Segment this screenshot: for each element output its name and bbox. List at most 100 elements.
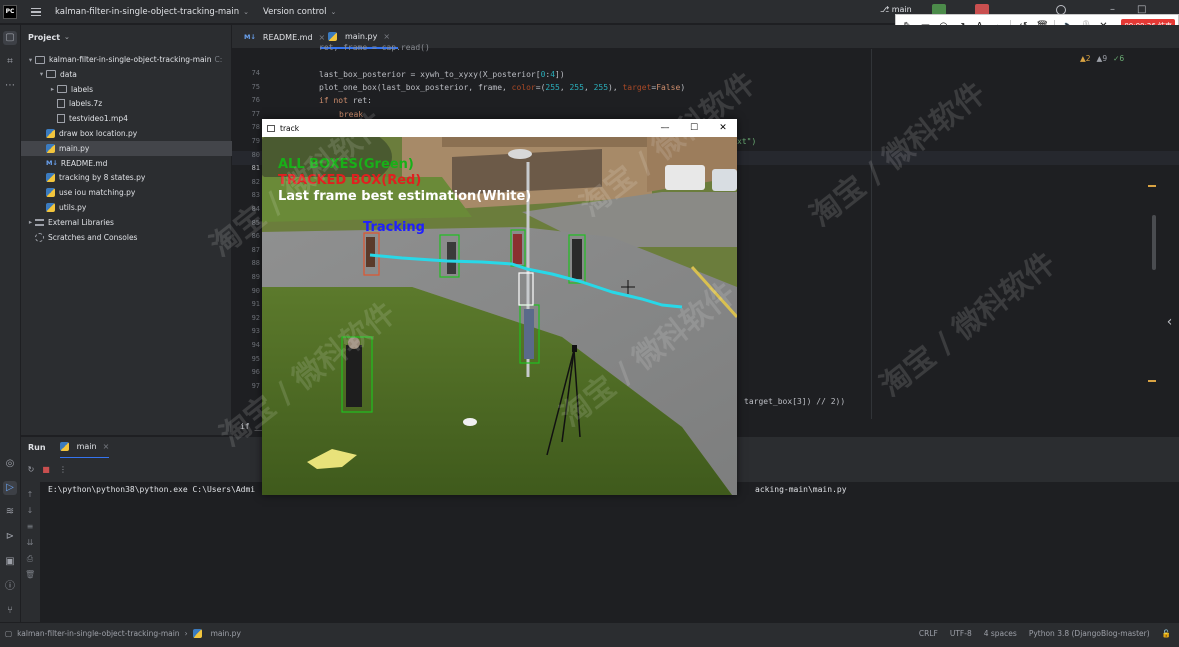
folder-icon[interactable]: ▢ — [3, 31, 17, 45]
services-icon[interactable]: ⊳ — [3, 530, 17, 544]
python-packages-icon[interactable]: ◎ — [3, 457, 17, 471]
close-icon[interactable]: ✕ — [709, 119, 737, 137]
track-window-titlebar[interactable]: track — ☐ ✕ — [262, 119, 737, 137]
trash-icon[interactable]: 🗑 — [25, 570, 35, 580]
console-side-toolbar: ↑ ↓ ≡ ⇊ ⎙ 🗑 — [21, 482, 40, 622]
rerun-icon[interactable]: ↻ — [26, 465, 36, 475]
breadcrumb-project[interactable]: kalman-filter-in-single-object-tracking-… — [17, 629, 179, 638]
more-icon[interactable]: ⋮ — [58, 465, 68, 475]
expand-arrow-icon[interactable]: ▾ — [26, 56, 35, 64]
warning-count: ▲2 — [1080, 54, 1091, 63]
tree-item[interactable]: use iou matching.py — [21, 185, 232, 200]
minimize-icon[interactable]: — — [651, 119, 679, 137]
version-control-menu[interactable]: Version control ⌄ — [263, 7, 336, 17]
chevron-down-icon: ⌄ — [330, 7, 337, 16]
tree-item-label: use iou matching.py — [59, 188, 136, 198]
line-number: 76 — [251, 96, 260, 105]
main-menu-icon[interactable] — [31, 7, 41, 16]
line-number: 86 — [251, 232, 260, 241]
branch-name: main — [891, 5, 912, 14]
tree-item[interactable]: testvideo1.mp4 — [21, 111, 232, 126]
line-number: 79 — [251, 137, 260, 145]
tree-item[interactable]: tracking by 8 states.py — [21, 170, 232, 185]
tree-item[interactable]: ▾ kalman-filter-in-single-object-tracking… — [21, 52, 232, 67]
tree-item-label: draw box location.py — [59, 129, 138, 138]
track-video-window[interactable]: track — ☐ ✕ ALL BOXES(Green) TRACKED BOX… — [262, 119, 737, 495]
line-number: 94 — [251, 341, 260, 349]
tree-item[interactable]: ▸ External Libraries — [21, 215, 232, 230]
problems-icon[interactable]: ⓘ — [3, 580, 17, 594]
stop-icon[interactable]: ■ — [41, 465, 51, 475]
editor-scrollbar[interactable] — [1152, 215, 1156, 270]
tree-item-label: testvideo1.mp4 — [69, 114, 128, 124]
chevron-right-icon: › — [184, 629, 188, 638]
file-encoding[interactable]: UTF-8 — [950, 629, 972, 638]
python-file-icon — [46, 203, 55, 212]
python-file-icon — [328, 31, 337, 41]
arrow-down-icon[interactable]: ↓ — [25, 506, 35, 516]
branch-selector[interactable]: ⎇ main — [880, 5, 912, 14]
code-line: if not ret: — [319, 96, 372, 105]
tree-item[interactable]: main.py — [21, 140, 232, 156]
project-header[interactable]: Project ⌄ — [21, 25, 231, 49]
tree-item-label: labels — [71, 84, 94, 94]
building-roof — [442, 137, 652, 147]
layers-icon[interactable]: ≋ — [3, 505, 17, 519]
tree-item[interactable]: labels.7z — [21, 96, 232, 111]
tree-item[interactable]: draw box location.py — [21, 126, 232, 141]
maximize-icon[interactable]: ☐ — [680, 119, 708, 137]
expand-arrow-icon[interactable]: ▸ — [26, 218, 35, 226]
library-icon — [35, 218, 44, 226]
app-logo: PC — [3, 4, 17, 19]
run-tool-icon[interactable]: ▷ — [3, 481, 17, 495]
code-token: ]) — [555, 70, 565, 79]
person — [447, 242, 456, 274]
white-van — [665, 165, 705, 190]
project-title: Project — [28, 32, 61, 42]
python-file-icon — [59, 442, 69, 451]
close-icon[interactable]: × — [103, 442, 110, 451]
scratches-icon — [35, 232, 44, 242]
line-number: 81 — [251, 164, 260, 173]
line-separator[interactable]: CRLF — [919, 629, 938, 638]
line-number: 84 — [251, 205, 260, 213]
git-icon[interactable]: ⑂ — [3, 604, 17, 618]
tree-item-label: Scratches and Consoles — [48, 232, 138, 242]
expand-arrow-icon[interactable]: ▸ — [48, 85, 57, 93]
expand-arrow-icon[interactable]: ▾ — [37, 70, 46, 78]
line-number: 97 — [251, 381, 260, 390]
terminal-icon[interactable]: ▣ — [3, 555, 17, 569]
arrow-up-icon[interactable]: ↑ — [25, 490, 35, 500]
warning-stripe[interactable] — [1148, 185, 1156, 187]
more-icon[interactable]: ⋯ — [3, 79, 17, 93]
tree-item-label: kalman-filter-in-single-object-tracking-… — [49, 55, 212, 64]
tree-item[interactable]: M↓ README.md — [21, 156, 232, 171]
code-token: plot_one_box(last_box_posterior, frame, — [319, 83, 512, 92]
tree-item-path: C: — [214, 55, 223, 64]
indent-setting[interactable]: 4 spaces — [984, 629, 1017, 638]
print-icon[interactable]: ⎙ — [25, 554, 35, 564]
line-number: 87 — [251, 245, 260, 254]
line-number: 95 — [251, 354, 260, 363]
tree-item[interactable]: ▸ labels — [21, 82, 232, 97]
soft-wrap-icon[interactable]: ≡ — [25, 522, 35, 532]
project-switcher[interactable]: kalman-filter-in-single-object-tracking-… — [55, 7, 249, 17]
warning-stripe[interactable] — [1148, 380, 1156, 382]
lock-icon[interactable]: 🔓 — [1162, 629, 1171, 638]
chevron-left-icon[interactable]: ‹ — [1160, 300, 1179, 345]
run-console[interactable]: ↑ ↓ ≡ ⇊ ⎙ 🗑 E:\python\python38\python.ex… — [21, 482, 1179, 622]
tree-item[interactable]: utils.py — [21, 200, 232, 215]
scroll-to-end-icon[interactable]: ⇊ — [25, 538, 35, 548]
tree-item[interactable]: Scratches and Consoles — [21, 230, 232, 245]
python-interpreter[interactable]: Python 3.8 (DjangoBlog-master) — [1029, 629, 1150, 638]
tree-item[interactable]: ▾ data — [21, 67, 232, 82]
structure-icon[interactable]: ⌗ — [3, 55, 17, 69]
breadcrumb: ▢ kalman-filter-in-single-object-trackin… — [5, 629, 241, 638]
inspection-indicators[interactable]: ▲2 ▲9 ✓6 — [1080, 54, 1124, 63]
tab-run-main[interactable]: main × — [59, 437, 110, 459]
breadcrumb-file[interactable]: main.py — [211, 629, 241, 638]
legend-tracked-box: TRACKED BOX(Red) — [278, 173, 422, 188]
status-widgets: CRLF UTF-8 4 spaces Python 3.8 (DjangoBl… — [919, 629, 1171, 638]
code-token: 255 — [569, 83, 584, 92]
close-icon[interactable]: × — [383, 32, 390, 41]
